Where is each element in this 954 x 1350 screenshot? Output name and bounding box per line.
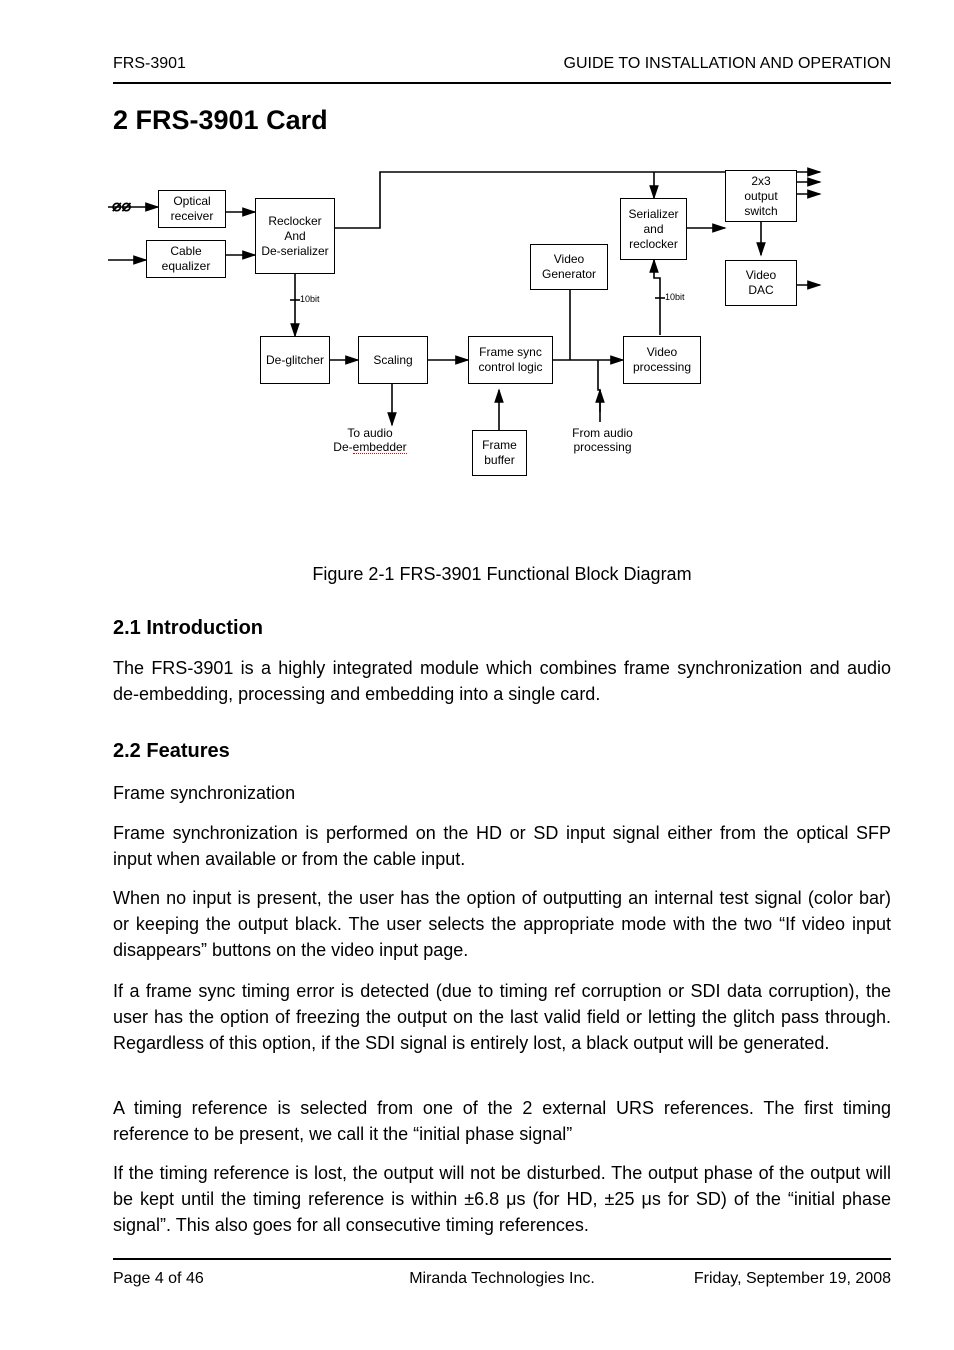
header-rule	[113, 82, 891, 84]
label-10bit-left: 10bit	[300, 294, 320, 304]
header-left: FRS-3901	[113, 55, 186, 73]
block-diagram: ⌀⌀ Opticalreceiver Cableequalizer Recloc…	[100, 160, 890, 560]
section-features-p5: If the timing reference is lost, the out…	[113, 1160, 891, 1238]
box-frame-sync-control: Frame synccontrol logic	[468, 336, 553, 384]
section-intro-heading: 2.1 Introduction	[113, 617, 263, 640]
box-video-dac: VideoDAC	[725, 260, 797, 306]
section-features-heading: 2.2 Features	[113, 740, 230, 763]
label-to-audio: To audio De-embedder	[300, 426, 440, 454]
box-frame-buffer: Framebuffer	[472, 430, 527, 476]
section-intro-p1: The FRS-3901 is a highly integrated modu…	[113, 655, 891, 707]
box-scaling: Scaling	[358, 336, 428, 384]
fiber-icon: ⌀⌀	[112, 196, 131, 216]
box-output-switch: 2x3outputswitch	[725, 170, 797, 222]
box-video-generator: VideoGenerator	[530, 244, 608, 290]
section-features-p4: A timing reference is selected from one …	[113, 1095, 891, 1147]
label-from-audio: From audioprocessing	[555, 426, 650, 454]
section-features-p2: When no input is present, the user has t…	[113, 885, 891, 963]
box-deglitcher: De-glitcher	[260, 336, 330, 384]
box-cable-equalizer: Cableequalizer	[146, 240, 226, 278]
label-10bit-right: 10bit	[665, 292, 685, 302]
footer-date: Friday, September 19, 2008	[694, 1270, 891, 1288]
box-serializer-reclocker: Serializerandreclocker	[620, 198, 687, 260]
box-video-processing: Videoprocessing	[623, 336, 701, 384]
box-reclocker-deserializer: ReclockerAndDe-serializer	[255, 198, 335, 274]
section-features-frame-sync: Frame synchronization	[113, 780, 891, 806]
section-features-p3: If a frame sync timing error is detected…	[113, 978, 891, 1056]
page-title: 2 FRS-3901 Card	[113, 105, 328, 136]
box-optical-receiver: Opticalreceiver	[158, 190, 226, 228]
section-features-p1: Frame synchronization is performed on th…	[113, 820, 891, 872]
figure-caption: Figure 2-1 FRS-3901 Functional Block Dia…	[113, 564, 891, 585]
footer-rule	[113, 1258, 891, 1260]
header-right: GUIDE TO INSTALLATION AND OPERATION	[564, 55, 891, 73]
